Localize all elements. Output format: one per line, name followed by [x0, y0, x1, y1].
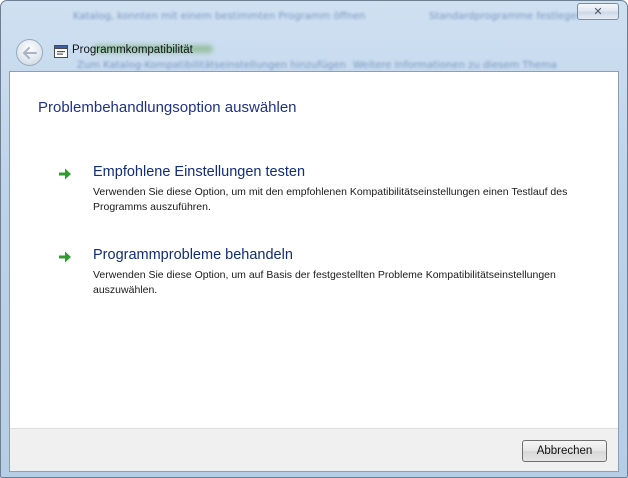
cancel-button[interactable]: Abbrechen [522, 440, 607, 462]
green-arrow-icon [59, 251, 71, 263]
green-arrow-icon [59, 168, 71, 180]
button-bar: Abbrechen [10, 428, 618, 471]
close-button[interactable]: ✕ [577, 3, 619, 20]
back-arrow-icon [22, 46, 37, 59]
option-description: Verwenden Sie diese Option, um auf Basis… [93, 269, 556, 296]
option-title[interactable]: Empfohlene Einstellungen testen [93, 164, 305, 180]
window-title: Programmkompatibilität [72, 44, 193, 56]
program-compatibility-icon [54, 45, 68, 58]
background-blur-text: Zum Katalog-Kompatibilitätseinstellungen… [77, 60, 347, 71]
background-blur-text: Weitere Informationen zu diesem Thema [353, 60, 557, 71]
dialog-window: Katalog, konnten mit einem bestimmten Pr… [0, 0, 628, 478]
page-heading: Problembehandlungsoption auswählen [38, 99, 297, 116]
background-blur-text: Katalog, konnten mit einem bestimmten Pr… [73, 11, 366, 22]
back-button[interactable] [16, 39, 43, 66]
close-icon: ✕ [593, 5, 603, 18]
content-pane: Problembehandlungsoption auswählen Empfo… [9, 71, 619, 472]
background-blur-text: Standardprogramme festlegen [429, 11, 583, 22]
option-title[interactable]: Programmprobleme behandeln [93, 247, 293, 263]
option-description: Verwenden Sie diese Option, um mit den e… [93, 186, 568, 213]
